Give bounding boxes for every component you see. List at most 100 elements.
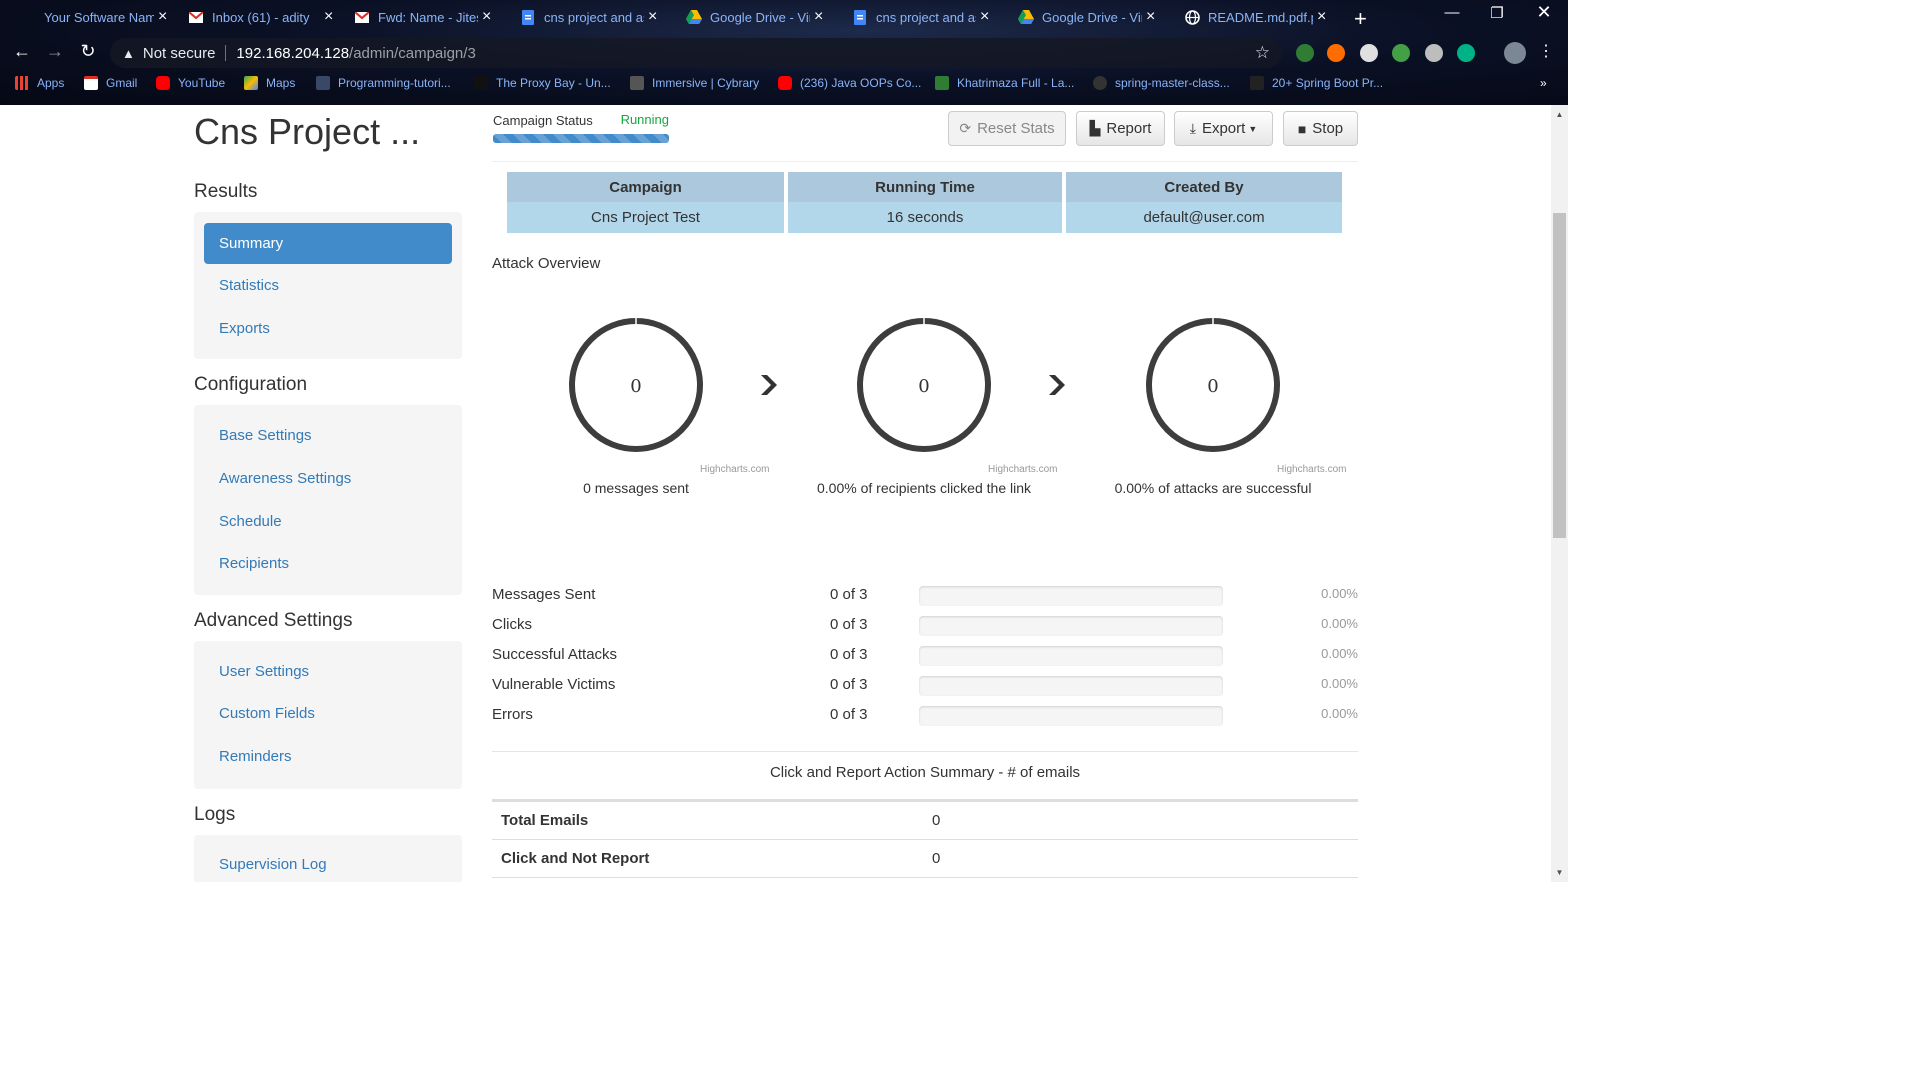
bookmark-proxy-bay[interactable]: The Proxy Bay - Un...	[474, 76, 611, 90]
bookmark-gmail[interactable]: Gmail	[84, 76, 137, 90]
new-tab-icon[interactable]: +	[1354, 6, 1367, 32]
bookmark-maps[interactable]: Maps	[244, 76, 295, 90]
close-icon[interactable]: ×	[1146, 8, 1155, 26]
bookmark-spring-boot[interactable]: 20+ Spring Boot Pr...	[1250, 76, 1383, 90]
bookmark-cybrary[interactable]: Immersive | Cybrary	[630, 76, 759, 90]
status-value: Running	[620, 112, 669, 127]
tab-google-drive-2[interactable]: Google Drive - Vir ×	[1018, 4, 1155, 30]
stat-count: 0 of 3	[830, 616, 868, 633]
bookmark-apps[interactable]: Apps	[15, 76, 64, 90]
nav-reminders[interactable]: Reminders	[204, 736, 452, 777]
nav-schedule[interactable]: Schedule	[204, 501, 452, 542]
tab-readme[interactable]: README.md.pdf.p ×	[1184, 4, 1326, 30]
back-icon[interactable]: ←	[11, 41, 33, 62]
avatar[interactable]	[1504, 42, 1526, 64]
tab-label: Google Drive - Vir	[1042, 9, 1142, 25]
bookmark-star-icon[interactable]: ☆	[1255, 43, 1270, 63]
github-icon	[1093, 76, 1107, 90]
close-icon[interactable]: ×	[1317, 8, 1326, 26]
bookmark-programming[interactable]: Programming-tutori...	[316, 76, 451, 90]
created-by-header: Created By	[1066, 172, 1342, 202]
nav-user-settings[interactable]: User Settings	[204, 651, 452, 692]
bookmark-khatrimaza[interactable]: Khatrimaza Full - La...	[935, 76, 1074, 90]
export-button[interactable]: ⤓ Export ▼	[1174, 111, 1273, 146]
nav-custom-fields[interactable]: Custom Fields	[204, 693, 452, 734]
nav-recipients[interactable]: Recipients	[204, 543, 452, 584]
close-icon[interactable]: ×	[482, 8, 491, 26]
file-icon: ▙	[1089, 120, 1101, 136]
extension-icon[interactable]	[1457, 44, 1475, 62]
donut-value: 0	[1207, 376, 1218, 397]
stat-progress-bar	[919, 646, 1223, 666]
reload-icon[interactable]: ↻	[77, 41, 99, 62]
youtube-icon	[156, 76, 170, 90]
nav-base-settings[interactable]: Base Settings	[204, 415, 452, 456]
maximize-icon[interactable]: ❐	[1482, 4, 1512, 22]
stat-percent: 0.00%	[1321, 676, 1358, 691]
security-label: Not secure	[142, 44, 216, 62]
menu-icon[interactable]: ⋮	[1535, 41, 1557, 61]
stat-row-successful-attacks: Successful Attacks 0 of 3 0.00%	[492, 646, 1358, 668]
close-icon[interactable]: ×	[814, 8, 823, 26]
highcharts-credit[interactable]: Highcharts.com	[1277, 464, 1346, 475]
reset-stats-label: Reset Stats	[977, 120, 1055, 137]
highcharts-credit[interactable]: Highcharts.com	[988, 464, 1057, 475]
highcharts-credit[interactable]: Highcharts.com	[700, 464, 769, 475]
extension-icon[interactable]	[1327, 44, 1345, 62]
extension-icon[interactable]	[1296, 44, 1314, 62]
stop-button[interactable]: ■ Stop	[1283, 111, 1358, 146]
tab-inbox[interactable]: Inbox (61) - adity ×	[188, 4, 333, 30]
forward-icon[interactable]: →	[44, 41, 66, 62]
stat-progress-bar	[919, 706, 1223, 726]
page-scrollbar[interactable]: ▲ ▼	[1551, 105, 1568, 882]
messages-sent-caption: 0 messages sent	[583, 480, 689, 496]
stat-count: 0 of 3	[830, 646, 868, 663]
nav-summary[interactable]: Summary	[204, 223, 452, 264]
bookmark-youtube[interactable]: YouTube	[156, 76, 225, 90]
tab-label: Your Software Nam	[44, 9, 154, 25]
minimize-icon[interactable]: —	[1437, 4, 1467, 21]
nav-statistics[interactable]: Statistics	[204, 265, 452, 306]
nav-exports[interactable]: Exports	[204, 308, 452, 349]
shield-icon[interactable]	[1392, 44, 1410, 62]
tab-cns-doc-2[interactable]: cns project and as ×	[852, 4, 989, 30]
report-button[interactable]: ▙ Report	[1076, 111, 1165, 146]
close-icon[interactable]: ×	[648, 8, 657, 26]
close-icon[interactable]: ×	[980, 8, 989, 26]
tab-cns-doc[interactable]: cns project and as ×	[520, 4, 657, 30]
tab-label: Inbox (61) - adity	[212, 9, 310, 25]
extension-icon[interactable]	[1425, 44, 1443, 62]
warning-icon: ▲	[122, 45, 135, 61]
tab-fwd-name[interactable]: Fwd: Name - Jitesh ×	[354, 4, 491, 30]
tab-your-software[interactable]: Your Software Nam ×	[20, 4, 167, 30]
tab-label: Fwd: Name - Jitesh	[378, 9, 478, 25]
drive-icon	[686, 9, 702, 25]
bookmark-label: (236) Java OOPs Co...	[800, 76, 922, 90]
bookmark-spring-master[interactable]: spring-master-class...	[1093, 76, 1230, 90]
running-time-column: Running Time 16 seconds	[788, 172, 1062, 234]
more-bookmarks-icon[interactable]: »	[1540, 76, 1547, 90]
created-by-value: default@user.com	[1066, 202, 1342, 233]
scrollbar-thumb[interactable]	[1553, 213, 1566, 538]
summary-row-click-not-report: Click and Not Report 0	[492, 840, 1358, 878]
stat-count: 0 of 3	[830, 586, 868, 603]
scroll-up-icon[interactable]: ▲	[1551, 110, 1568, 119]
gmail-icon	[354, 9, 370, 25]
stat-percent: 0.00%	[1321, 646, 1358, 661]
close-icon[interactable]: ×	[324, 8, 333, 26]
nav-supervision-log[interactable]: Supervision Log	[204, 844, 452, 882]
reset-stats-button[interactable]: ⟳ Reset Stats	[948, 111, 1066, 146]
scroll-down-icon[interactable]: ▼	[1551, 868, 1568, 877]
stat-percent: 0.00%	[1321, 616, 1358, 631]
extension-icon[interactable]	[1360, 44, 1378, 62]
address-bar[interactable]: ▲ Not secure 192.168.204.128 /admin/camp…	[110, 38, 1282, 68]
report-label: Report	[1106, 120, 1152, 137]
nav-awareness-settings[interactable]: Awareness Settings	[204, 458, 452, 499]
close-icon[interactable]: ×	[158, 8, 167, 26]
bookmark-java-oops[interactable]: (236) Java OOPs Co...	[778, 76, 921, 90]
status-label: Campaign Status	[493, 113, 593, 128]
close-window-icon[interactable]: ✕	[1529, 2, 1559, 23]
clicked-link-donut: 0	[857, 318, 991, 452]
tab-google-drive[interactable]: Google Drive - Vir ×	[686, 4, 823, 30]
clicked-link-caption: 0.00% of recipients clicked the link	[817, 480, 1031, 496]
